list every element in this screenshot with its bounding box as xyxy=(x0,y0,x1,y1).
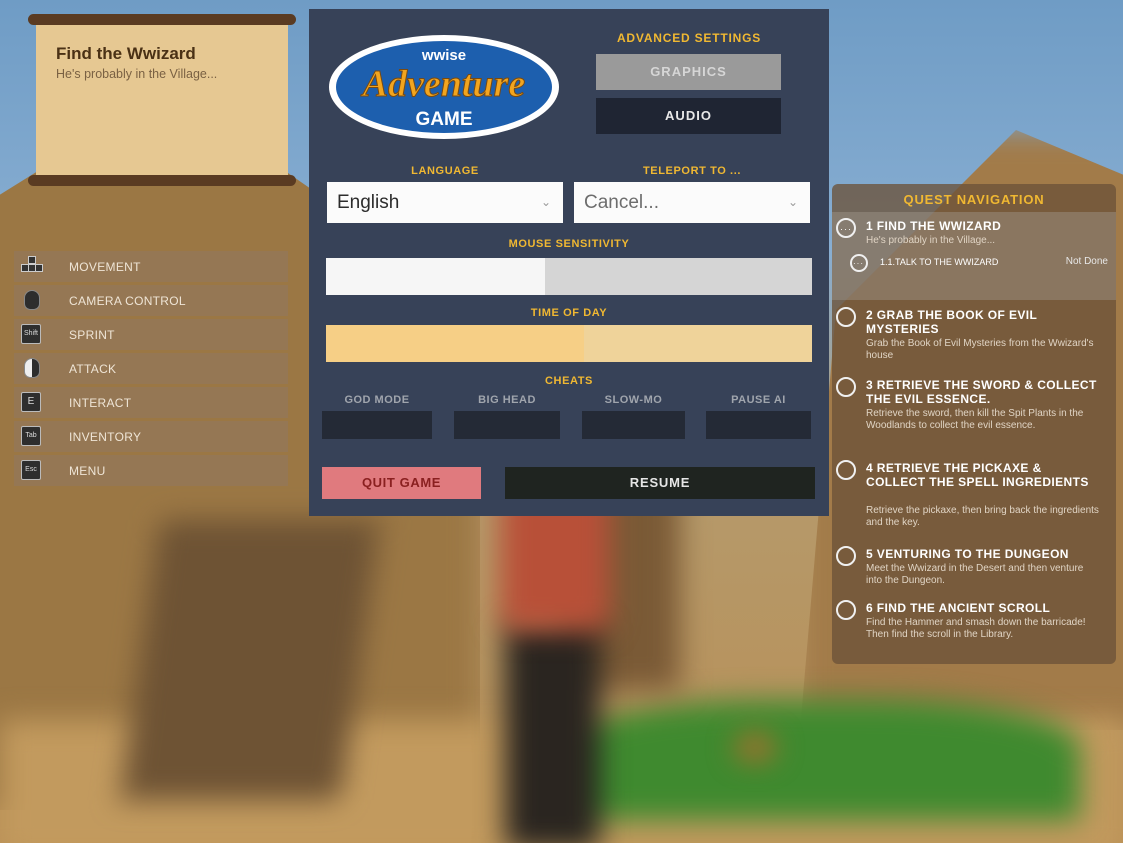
audio-button[interactable]: AUDIO xyxy=(596,98,781,134)
quest-navigation-title: QUEST NAVIGATION xyxy=(903,192,1045,207)
language-value: English xyxy=(337,192,400,213)
keybind-list: MOVEMENT CAMERA CONTROL Shift SPRINT ATT… xyxy=(14,251,288,489)
cheat-slow-mo-toggle[interactable] xyxy=(582,411,685,439)
mouse-left-click-icon xyxy=(24,358,40,378)
quest-status-icon xyxy=(836,546,856,566)
graphics-button[interactable]: GRAPHICS xyxy=(596,54,781,90)
keybind-attack: ATTACK xyxy=(14,353,288,384)
resume-button[interactable]: RESUME xyxy=(505,467,815,499)
time-of-day-title: TIME OF DAY xyxy=(530,307,608,319)
chevron-down-icon: ⌄ xyxy=(787,195,798,209)
cheat-slow-mo-label: SLOW-MO xyxy=(604,394,663,406)
logo-wwise-text: wwise xyxy=(421,47,466,64)
teleport-title: TELEPORT TO ... xyxy=(642,165,742,177)
cheat-pause-ai-label: PAUSE AI xyxy=(731,394,786,406)
time-of-day-fill xyxy=(326,325,584,362)
logo-adventure-text: Adventure xyxy=(361,63,526,105)
cheats-title: CHEATS xyxy=(544,375,593,387)
pause-menu-panel: wwise Adventure GAME ADVANCED SETTINGS G… xyxy=(309,9,829,516)
cheat-god-mode-label: GOD MODE xyxy=(344,394,410,406)
quest-status-icon xyxy=(836,600,856,620)
quest-status-icon xyxy=(836,377,856,397)
keybind-inventory: Tab INVENTORY xyxy=(14,421,288,452)
quest-navigation-panel: QUEST NAVIGATION ··· 1 FIND THE WWIZARD … xyxy=(832,184,1116,664)
teleport-value: Cancel... xyxy=(584,192,659,213)
keybind-sprint: Shift SPRINT xyxy=(14,319,288,350)
cheat-pause-ai-toggle[interactable] xyxy=(706,411,811,439)
subtask-status-icon: ··· xyxy=(850,254,868,272)
language-title: LANGUAGE xyxy=(411,165,479,177)
scroll-quest-subtitle: He's probably in the Village... xyxy=(56,67,218,81)
esc-key-icon: Esc xyxy=(21,460,41,480)
quest-status-icon xyxy=(836,460,856,480)
player-character xyxy=(505,620,600,843)
mouse-sensitivity-fill xyxy=(326,258,545,295)
scroll-quest-title: Find the Wwizard xyxy=(56,44,196,63)
cheat-god-mode-toggle[interactable] xyxy=(322,411,432,439)
tab-key-icon: Tab xyxy=(21,426,41,446)
logo-game-text: GAME xyxy=(416,109,473,130)
chevron-down-icon: ⌄ xyxy=(540,195,551,209)
keybind-menu: Esc MENU xyxy=(14,455,288,486)
wwise-adventure-logo: wwise Adventure GAME xyxy=(329,35,559,139)
advanced-settings-title: ADVANCED SETTINGS xyxy=(616,31,762,45)
teleport-dropdown[interactable]: Cancel... ⌄ xyxy=(574,182,810,223)
e-key-icon: E xyxy=(21,392,41,412)
quest-status-icon xyxy=(836,307,856,327)
language-dropdown[interactable]: English ⌄ xyxy=(327,182,563,223)
quest-status-icon: ··· xyxy=(836,218,856,238)
cheat-big-head-label: BIG HEAD xyxy=(478,394,536,406)
subtask-status: Not Done xyxy=(1065,256,1108,267)
keybind-movement: MOVEMENT xyxy=(14,251,288,282)
mouse-sensitivity-slider[interactable] xyxy=(326,258,812,295)
keybind-interact: E INTERACT xyxy=(14,387,288,418)
cheat-big-head-toggle[interactable] xyxy=(454,411,560,439)
current-quest-scroll: Find the Wwizard He's probably in the Vi… xyxy=(28,14,296,186)
keybind-camera-control: CAMERA CONTROL xyxy=(14,285,288,316)
time-of-day-slider[interactable] xyxy=(326,325,812,362)
mouse-icon xyxy=(24,290,40,310)
shift-key-icon: Shift xyxy=(21,324,41,344)
arrow-keys-icon xyxy=(21,256,43,276)
quit-game-button[interactable]: QUIT GAME xyxy=(322,467,481,499)
mouse-sensitivity-title: MOUSE SENSITIVITY xyxy=(508,238,630,250)
